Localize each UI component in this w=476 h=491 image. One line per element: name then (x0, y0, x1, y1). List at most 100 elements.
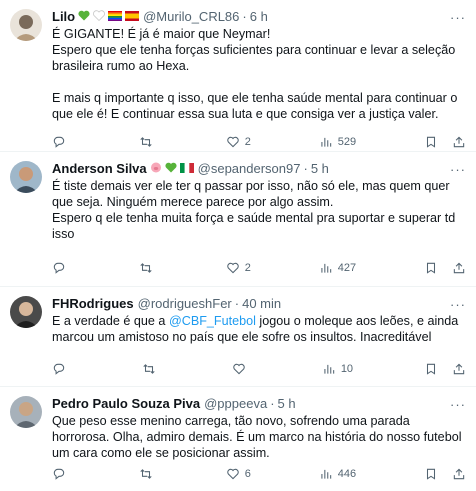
action-bar: 2 529 (52, 134, 466, 150)
heart-icon (233, 363, 245, 375)
display-name[interactable]: Anderson Silva (52, 161, 147, 177)
views-icon (321, 263, 331, 273)
reply-icon (53, 363, 65, 375)
action-bar: 2 427 (52, 260, 466, 276)
bookmark-button[interactable] (424, 261, 438, 275)
like-count: 2 (244, 262, 251, 274)
separator-dot: · (303, 161, 308, 176)
separator-dot: · (270, 396, 275, 411)
green-heart-icon (78, 9, 90, 25)
tweet-header: Lilo @Murilo_CRL86 · 6 h (52, 9, 466, 25)
timestamp[interactable]: 6 h (250, 9, 268, 25)
view-count: 529 (337, 136, 357, 148)
reply-button[interactable] (52, 135, 71, 149)
view-count: 427 (337, 262, 357, 274)
bookmark-button[interactable] (424, 467, 438, 481)
share-icon (453, 468, 465, 480)
display-name[interactable]: FHRodrigues (52, 296, 134, 312)
tweet-text-part: E a verdade é que a (52, 314, 169, 328)
retweet-icon (140, 263, 152, 273)
more-options-icon[interactable]: ··· (450, 397, 466, 412)
separator-dot: · (242, 9, 247, 24)
tweet[interactable]: FHRodrigues @rodrigueshFer · 40 min ··· … (0, 287, 476, 387)
user-handle[interactable]: @pppeeva (204, 396, 267, 412)
bookmark-icon (426, 363, 436, 375)
display-name[interactable]: Pedro Paulo Souza Piva (52, 396, 200, 412)
like-button[interactable]: 2 (226, 261, 251, 275)
like-count: 6 (244, 468, 251, 480)
like-button[interactable]: 6 (226, 467, 251, 481)
avatar[interactable] (10, 9, 42, 41)
separator-dot: · (234, 296, 240, 311)
retweet-button[interactable] (139, 135, 158, 149)
tweet[interactable]: Anderson Silva @sepanderson97 · 5 h ··· … (0, 152, 476, 287)
retweet-button[interactable] (139, 261, 158, 275)
retweet-icon (143, 364, 155, 374)
avatar[interactable] (10, 296, 42, 328)
share-icon (453, 136, 465, 148)
heart-icon (227, 262, 239, 274)
retweet-button[interactable] (139, 467, 158, 481)
mention-link[interactable]: @CBF_Futebol (169, 314, 256, 328)
reply-button[interactable] (52, 467, 71, 481)
green-heart-icon (165, 161, 177, 177)
bookmark-button[interactable] (424, 362, 438, 376)
bookmark-icon (426, 468, 436, 480)
more-options-icon[interactable]: ··· (450, 10, 466, 25)
user-handle[interactable]: @rodrigueshFer (138, 296, 232, 312)
view-count: 10 (340, 363, 354, 375)
share-button[interactable] (452, 362, 466, 376)
user-handle[interactable]: @Murilo_CRL86 (143, 9, 239, 25)
tweet-text: E a verdade é que a @CBF_Futebol jogou o… (52, 313, 466, 345)
action-bar: 10 (52, 361, 466, 377)
views-icon (321, 137, 331, 147)
share-icon (453, 363, 465, 375)
pig-face-icon (150, 161, 162, 177)
spain-flag-icon (125, 9, 140, 25)
share-button[interactable] (452, 261, 466, 275)
view-count: 446 (337, 468, 357, 480)
retweet-icon (140, 137, 152, 147)
display-name[interactable]: Lilo (52, 9, 75, 25)
reply-button[interactable] (52, 362, 71, 376)
tweet-header: Anderson Silva @sepanderson97 · 5 h (52, 161, 466, 177)
like-button[interactable] (232, 362, 251, 376)
bookmark-button[interactable] (424, 135, 438, 149)
views-icon (321, 469, 331, 479)
tweet-text: Que peso esse menino carrega, tão novo, … (52, 414, 462, 460)
white-heart-icon (93, 9, 106, 25)
reply-icon (53, 468, 65, 480)
more-options-icon[interactable]: ··· (450, 162, 466, 177)
heart-icon (227, 136, 239, 148)
views-button[interactable]: 10 (322, 362, 353, 376)
tweet[interactable]: Lilo @Murilo_CRL86 · 6 h ··· É GIGANTE! … (0, 0, 476, 152)
timestamp[interactable]: 5 h (278, 396, 296, 412)
tweet-header: Pedro Paulo Souza Piva @pppeeva · 5 h (52, 396, 466, 412)
like-button[interactable]: 2 (226, 135, 251, 149)
views-button[interactable]: 446 (319, 467, 356, 481)
avatar[interactable] (10, 161, 42, 193)
reply-feed: Lilo @Murilo_CRL86 · 6 h ··· É GIGANTE! … (0, 0, 476, 491)
heart-icon (227, 468, 239, 480)
italy-flag-icon (179, 161, 194, 177)
retweet-button[interactable] (142, 362, 161, 376)
tweet[interactable]: Pedro Paulo Souza Piva @pppeeva · 5 h ··… (0, 387, 476, 491)
share-button[interactable] (452, 135, 466, 149)
tweet-header: FHRodrigues @rodrigueshFer · 40 min (52, 296, 466, 312)
timestamp[interactable]: 5 h (311, 161, 329, 177)
tweet-text: É tiste demais ver ele ter q passar por … (52, 179, 456, 241)
more-options-icon[interactable]: ··· (450, 297, 466, 312)
user-handle[interactable]: @sepanderson97 (198, 161, 301, 177)
share-icon (453, 262, 465, 274)
views-icon (324, 364, 335, 374)
action-bar: 6 446 (52, 466, 466, 482)
reply-button[interactable] (52, 261, 71, 275)
views-button[interactable]: 529 (319, 135, 356, 149)
share-button[interactable] (452, 467, 466, 481)
timestamp[interactable]: 40 min (242, 296, 281, 312)
reply-icon (53, 262, 65, 274)
tweet-text: É GIGANTE! É já é maior que Neymar! Espe… (52, 27, 458, 121)
bookmark-icon (426, 262, 436, 274)
views-button[interactable]: 427 (319, 261, 356, 275)
avatar[interactable] (10, 396, 42, 428)
